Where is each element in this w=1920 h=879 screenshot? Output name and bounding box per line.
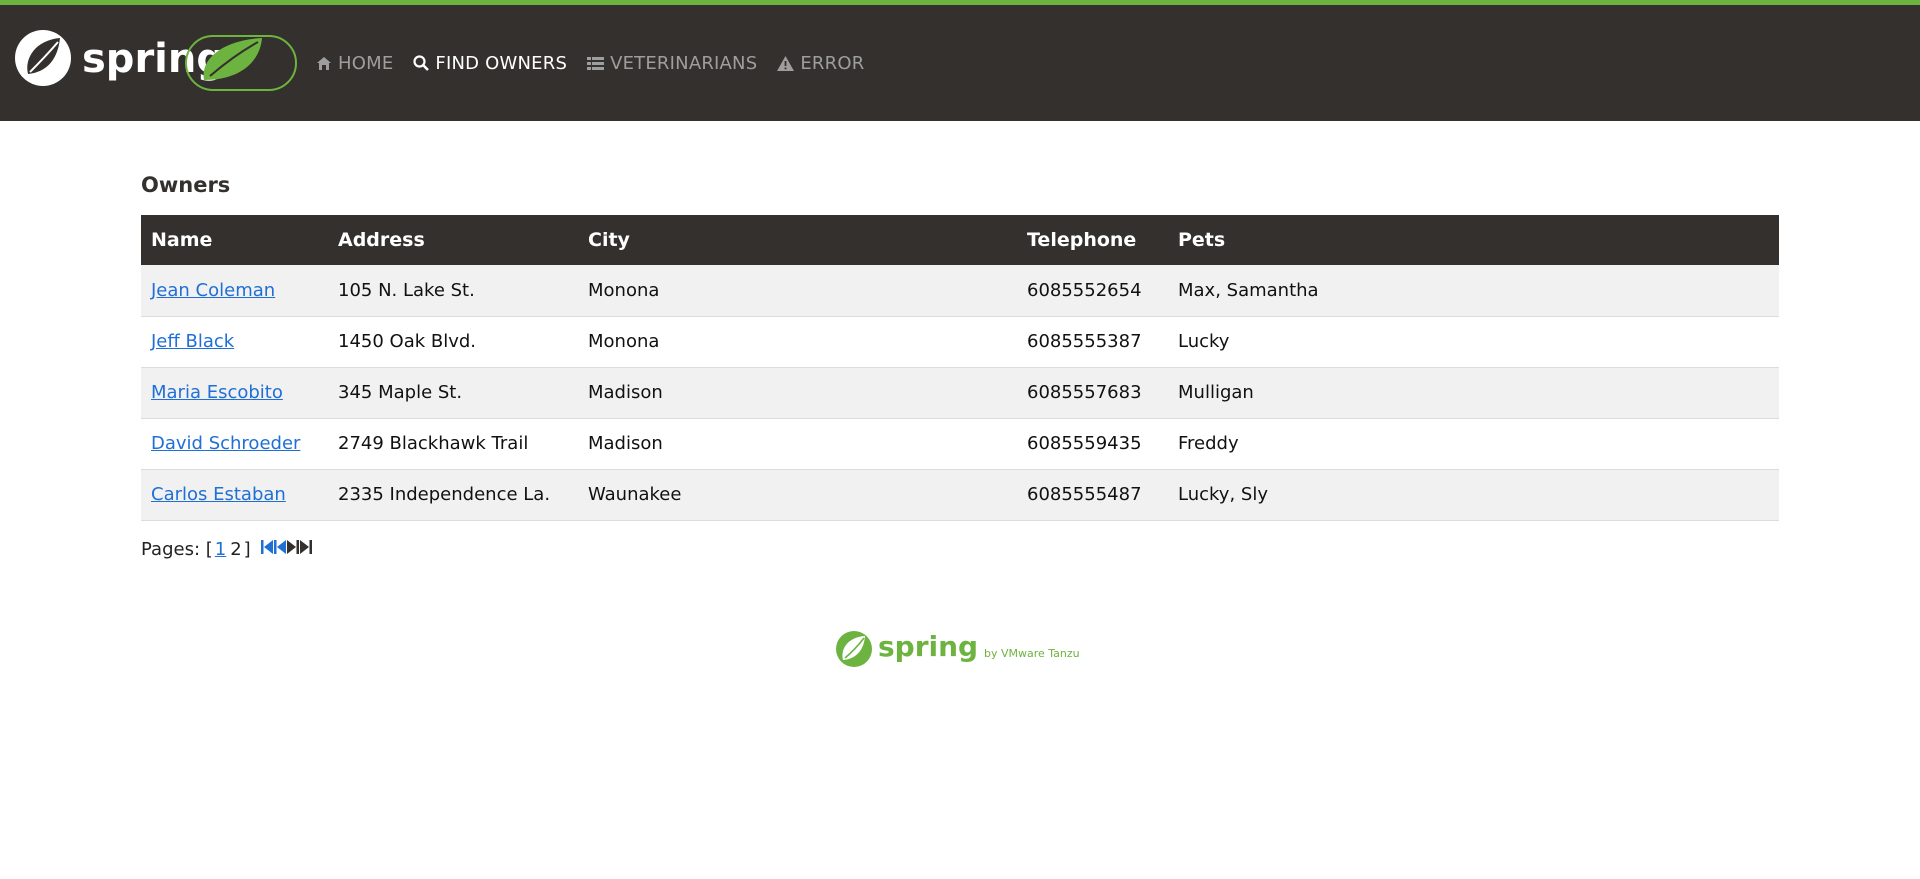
nav-error-label: ERROR — [800, 52, 865, 74]
owner-city: Madison — [588, 433, 663, 454]
last-page-icon[interactable] — [299, 539, 312, 560]
page-1-link[interactable]: 1 — [215, 539, 226, 560]
home-icon — [316, 56, 332, 71]
nav-find-owners-label: FIND OWNERS — [435, 52, 568, 74]
next-page-icon[interactable] — [286, 539, 299, 560]
table-row: Maria Escobito 345 Maple St. Madison 608… — [141, 367, 1779, 418]
column-header-name[interactable]: Name — [141, 215, 328, 265]
owner-link[interactable]: Jean Coleman — [151, 280, 275, 301]
footer-tagline: by VMware Tanzu — [984, 646, 1080, 660]
footer-logo-text: spring — [878, 630, 978, 663]
previous-page-icon[interactable] — [273, 539, 286, 560]
navbar: spring HOME FIND OWNERS VETERINARIANS ER… — [0, 5, 1920, 121]
nav-find-owners[interactable]: FIND OWNERS — [413, 53, 567, 74]
owners-table: Name Address City Telephone Pets Jean Co… — [141, 215, 1779, 521]
owner-telephone: 6085555487 — [1027, 484, 1142, 505]
first-page-icon[interactable] — [260, 539, 273, 560]
owner-pets: Lucky, Sly — [1178, 484, 1268, 505]
column-header-telephone[interactable]: Telephone — [1017, 215, 1168, 265]
nav-home-label: HOME — [338, 52, 394, 74]
owner-city: Waunakee — [588, 484, 682, 505]
table-row: Carlos Estaban 2335 Independence La. Wau… — [141, 469, 1779, 520]
owner-link[interactable]: Carlos Estaban — [151, 484, 286, 505]
nav-error[interactable]: ERROR — [777, 53, 864, 74]
owner-city: Monona — [588, 331, 660, 352]
pages-label: Pages: [ — [141, 538, 213, 560]
column-header-address[interactable]: Address — [328, 215, 578, 265]
owner-name-cell: Maria Escobito — [141, 367, 328, 418]
owner-city: Monona — [588, 279, 660, 301]
owner-name-cell: David Schroeder — [141, 418, 328, 469]
table-header-row: Name Address City Telephone Pets — [141, 215, 1779, 265]
table-row: Jean Coleman 105 N. Lake St. Monona 6085… — [141, 265, 1779, 316]
table-row: David Schroeder 2749 Blackhawk Trail Mad… — [141, 418, 1779, 469]
owner-link[interactable]: David Schroeder — [151, 433, 300, 454]
owner-address: 1450 Oak Blvd. — [338, 331, 477, 352]
column-header-pets[interactable]: Pets — [1168, 215, 1779, 265]
column-header-city[interactable]: City — [578, 215, 1017, 265]
logo-text: spring — [82, 36, 225, 82]
spring-footer-logo-icon: spring — [836, 630, 978, 667]
owner-address: 2749 Blackhawk Trail — [338, 433, 529, 454]
pages-close-bracket: ] — [243, 538, 251, 560]
owner-link[interactable]: Jeff Black — [151, 331, 234, 352]
spring-leaf-logo-icon: spring — [15, 30, 297, 91]
spring-logo[interactable]: spring — [14, 5, 304, 121]
owner-name-cell: Carlos Estaban — [141, 469, 328, 520]
owner-address: 345 Maple St. — [338, 382, 463, 403]
main-content: Owners Name Address City Telephone Pets … — [141, 121, 1779, 560]
owner-telephone: 6085559435 — [1027, 433, 1142, 454]
owner-telephone: 6085552654 — [1027, 279, 1142, 301]
table-row: Jeff Black 1450 Oak Blvd. Monona 6085555… — [141, 316, 1779, 367]
page-title: Owners — [141, 173, 231, 197]
owner-link[interactable]: Maria Escobito — [151, 382, 283, 403]
owner-name-cell: Jean Coleman — [141, 265, 328, 316]
owner-address: 105 N. Lake St. — [338, 279, 475, 301]
page-2-current: 2 — [230, 538, 242, 560]
pagination: Pages: [ 1 2 ] — [141, 539, 1779, 560]
search-icon — [413, 55, 430, 71]
owner-pets: Lucky — [1178, 331, 1230, 352]
footer-logo: spring by VMware Tanzu — [834, 628, 1080, 670]
owner-pets: Freddy — [1178, 433, 1239, 454]
nav-home[interactable]: HOME — [316, 53, 393, 74]
owner-pets: Max, Samantha — [1178, 279, 1319, 301]
warning-icon — [777, 55, 795, 71]
list-icon — [587, 56, 605, 71]
owner-name-cell: Jeff Black — [141, 316, 328, 367]
nav-veterinarians-label: VETERINARIANS — [610, 52, 758, 74]
owner-address: 2335 Independence La. — [338, 484, 551, 505]
owner-telephone: 6085555387 — [1027, 331, 1142, 352]
nav-veterinarians[interactable]: VETERINARIANS — [587, 53, 757, 74]
main-nav: HOME FIND OWNERS VETERINARIANS ERROR — [316, 5, 884, 121]
owner-pets: Mulligan — [1178, 382, 1254, 403]
owner-telephone: 6085557683 — [1027, 382, 1142, 403]
owner-city: Madison — [588, 382, 663, 403]
